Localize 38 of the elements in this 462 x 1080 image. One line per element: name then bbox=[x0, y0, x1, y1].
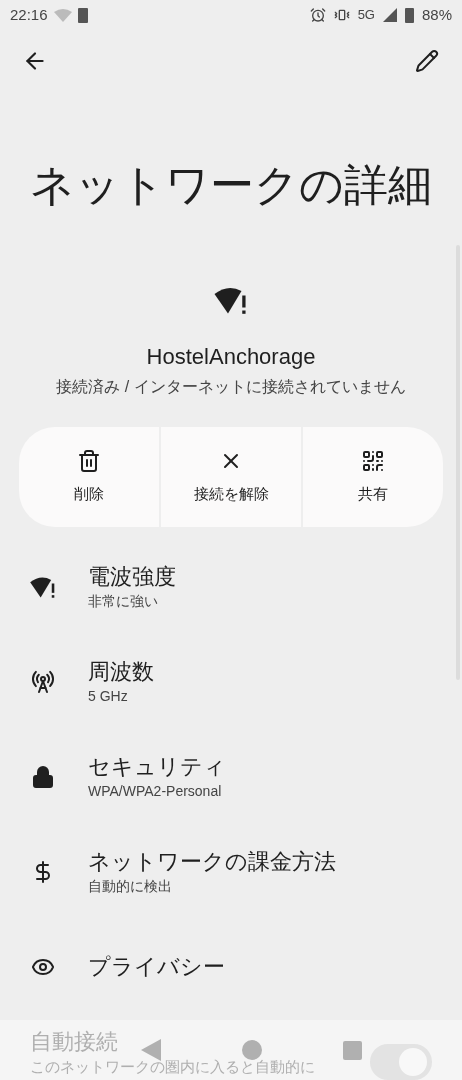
detail-value: 非常に強い bbox=[88, 591, 159, 611]
detail-value: WPA/WPA2-Personal bbox=[88, 781, 223, 801]
network-name: HostelAnchorage bbox=[146, 343, 316, 372]
network-type: 5G bbox=[357, 6, 375, 25]
battery-saver-icon bbox=[77, 7, 88, 24]
detail-title: ネットワークの課金方法 bbox=[88, 847, 336, 876]
detail-value: 5 GHz bbox=[88, 686, 129, 706]
nav-recents-icon[interactable] bbox=[342, 1040, 362, 1060]
lock-icon bbox=[31, 764, 55, 789]
detail-row[interactable]: プライバシー bbox=[0, 919, 462, 1014]
wifi-icon bbox=[53, 8, 72, 23]
action-button[interactable]: 接続を解除 bbox=[161, 427, 301, 527]
auto-connect-title: 自動接続 bbox=[30, 1028, 118, 1056]
action-button[interactable]: 共有 bbox=[303, 427, 443, 527]
nav-back-icon[interactable] bbox=[140, 1039, 161, 1061]
battery-percent: 88% bbox=[421, 4, 452, 25]
detail-title: プライバシー bbox=[88, 952, 225, 981]
detail-row[interactable]: セキュリティ WPA/WPA2-Personal bbox=[0, 729, 462, 824]
connection-status: 接続済み / インターネットに接続されていません bbox=[56, 377, 406, 398]
alarm-icon bbox=[309, 7, 326, 24]
detail-row[interactable]: ネットワークの課金方法 自動的に検出 bbox=[0, 824, 462, 919]
trash-icon bbox=[77, 448, 101, 473]
nav-home-icon[interactable] bbox=[241, 1040, 262, 1060]
detail-title: 電波強度 bbox=[88, 562, 176, 591]
clock-time: 22:16 bbox=[10, 4, 48, 25]
page-title: ネットワークの詳細 bbox=[29, 159, 433, 212]
action-button[interactable]: 削除 bbox=[19, 427, 159, 527]
qr-code-icon bbox=[361, 448, 385, 473]
detail-row[interactable]: 電波強度 非常に強い bbox=[0, 539, 462, 634]
detail-row[interactable]: 周波数 5 GHz bbox=[0, 634, 462, 729]
antenna-icon bbox=[31, 669, 55, 694]
detail-title: 周波数 bbox=[88, 657, 154, 686]
detail-title: セキュリティ bbox=[88, 752, 226, 781]
cell-signal-icon bbox=[382, 8, 397, 23]
edit-button[interactable] bbox=[414, 47, 440, 74]
battery-icon bbox=[404, 7, 414, 24]
detail-value: 自動的に検出 bbox=[88, 876, 173, 896]
auto-connect-description: このネットワークの圏内に入ると自動的に bbox=[30, 1057, 315, 1077]
